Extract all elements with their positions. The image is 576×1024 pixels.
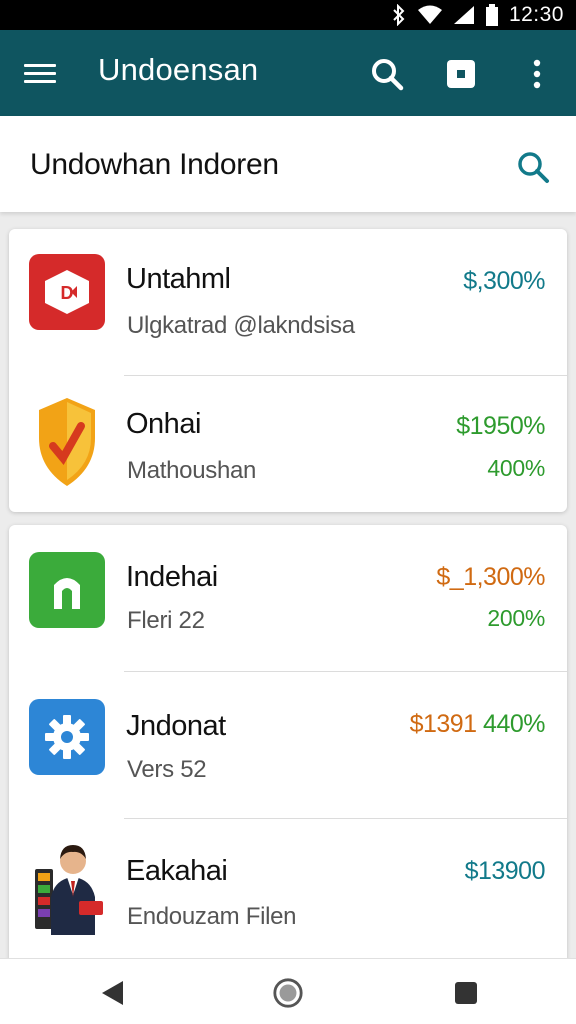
- bluetooth-icon: [391, 4, 407, 26]
- search-button[interactable]: [367, 54, 407, 94]
- app-list-card-2: Indehai Fleri 22 $_1,300% 200% Jndonat V…: [9, 525, 567, 965]
- app-value: $1391 440%: [409, 710, 546, 739]
- signal-icon: [453, 5, 475, 25]
- app-name: Indehai: [126, 561, 218, 593]
- system-nav-bar: [0, 958, 576, 1024]
- app-secondary-value: 400%: [487, 455, 545, 481]
- search-icon[interactable]: [516, 150, 550, 184]
- app-value: $1950%: [456, 412, 545, 440]
- app-title: Undoensan: [98, 52, 259, 87]
- app-secondary-value: 200%: [487, 605, 545, 631]
- list-item[interactable]: Indehai Fleri 22 $_1,300% 200%: [9, 525, 567, 672]
- more-vert-icon: [533, 59, 541, 89]
- app-value: $13900: [464, 857, 546, 885]
- search-bar[interactable]: Undowhan Indoren: [0, 116, 576, 212]
- app-name: Untahml: [126, 263, 231, 295]
- app-value-percent: 440%: [483, 710, 545, 738]
- businessman-icon: [33, 837, 113, 937]
- media-app-icon: D: [29, 254, 105, 330]
- app-subtitle: Vers 52: [127, 756, 207, 783]
- app-value-amount: $1391: [409, 710, 478, 738]
- square-button[interactable]: [441, 54, 481, 94]
- search-query-text: Undowhan Indoren: [30, 148, 279, 181]
- list-item[interactable]: Eakahai Endouzam Filen $13900: [9, 819, 567, 966]
- battery-icon: [485, 4, 499, 26]
- search-icon: [372, 59, 404, 91]
- app-name: Eakahai: [126, 855, 228, 887]
- back-button[interactable]: [96, 977, 128, 1009]
- home-icon: [273, 978, 303, 1008]
- app-subtitle: Mathoushan: [127, 457, 257, 484]
- list-item[interactable]: Onhai Mathoushan $1950% 400%: [9, 370, 567, 517]
- app-subtitle: Endouzam Filen: [127, 903, 297, 930]
- wifi-icon: [417, 5, 443, 25]
- list-item[interactable]: Jndonat Vers 52 $1391 440%: [9, 672, 567, 819]
- home-app-icon: [29, 552, 105, 628]
- app-list-card-1: D Untahml Ulgkatrad @lakndsisa $,300% On…: [9, 229, 567, 512]
- app-bar: Undoensan: [0, 30, 576, 116]
- app-subtitle: Ulgkatrad @lakndsisa: [127, 312, 355, 339]
- list-item[interactable]: D Untahml Ulgkatrad @lakndsisa $,300%: [9, 229, 567, 376]
- app-name: Onhai: [126, 408, 201, 440]
- back-icon: [102, 981, 123, 1005]
- recents-icon: [455, 982, 477, 1004]
- square-icon: [447, 60, 475, 88]
- app-subtitle: Fleri 22: [127, 607, 205, 634]
- status-time: 12:30: [508, 3, 564, 26]
- more-options-button[interactable]: [517, 54, 557, 94]
- settings-gear-icon: [29, 699, 105, 775]
- recents-button[interactable]: [450, 977, 482, 1009]
- app-name: Jndonat: [126, 710, 226, 742]
- status-bar: 12:30: [0, 0, 576, 30]
- shield-icon: [29, 397, 105, 486]
- svg-text:D: D: [61, 283, 74, 303]
- home-button[interactable]: [272, 977, 304, 1009]
- app-value: $_1,300%: [436, 563, 545, 591]
- app-value: $,300%: [463, 267, 545, 295]
- hamburger-menu-icon[interactable]: [24, 56, 58, 90]
